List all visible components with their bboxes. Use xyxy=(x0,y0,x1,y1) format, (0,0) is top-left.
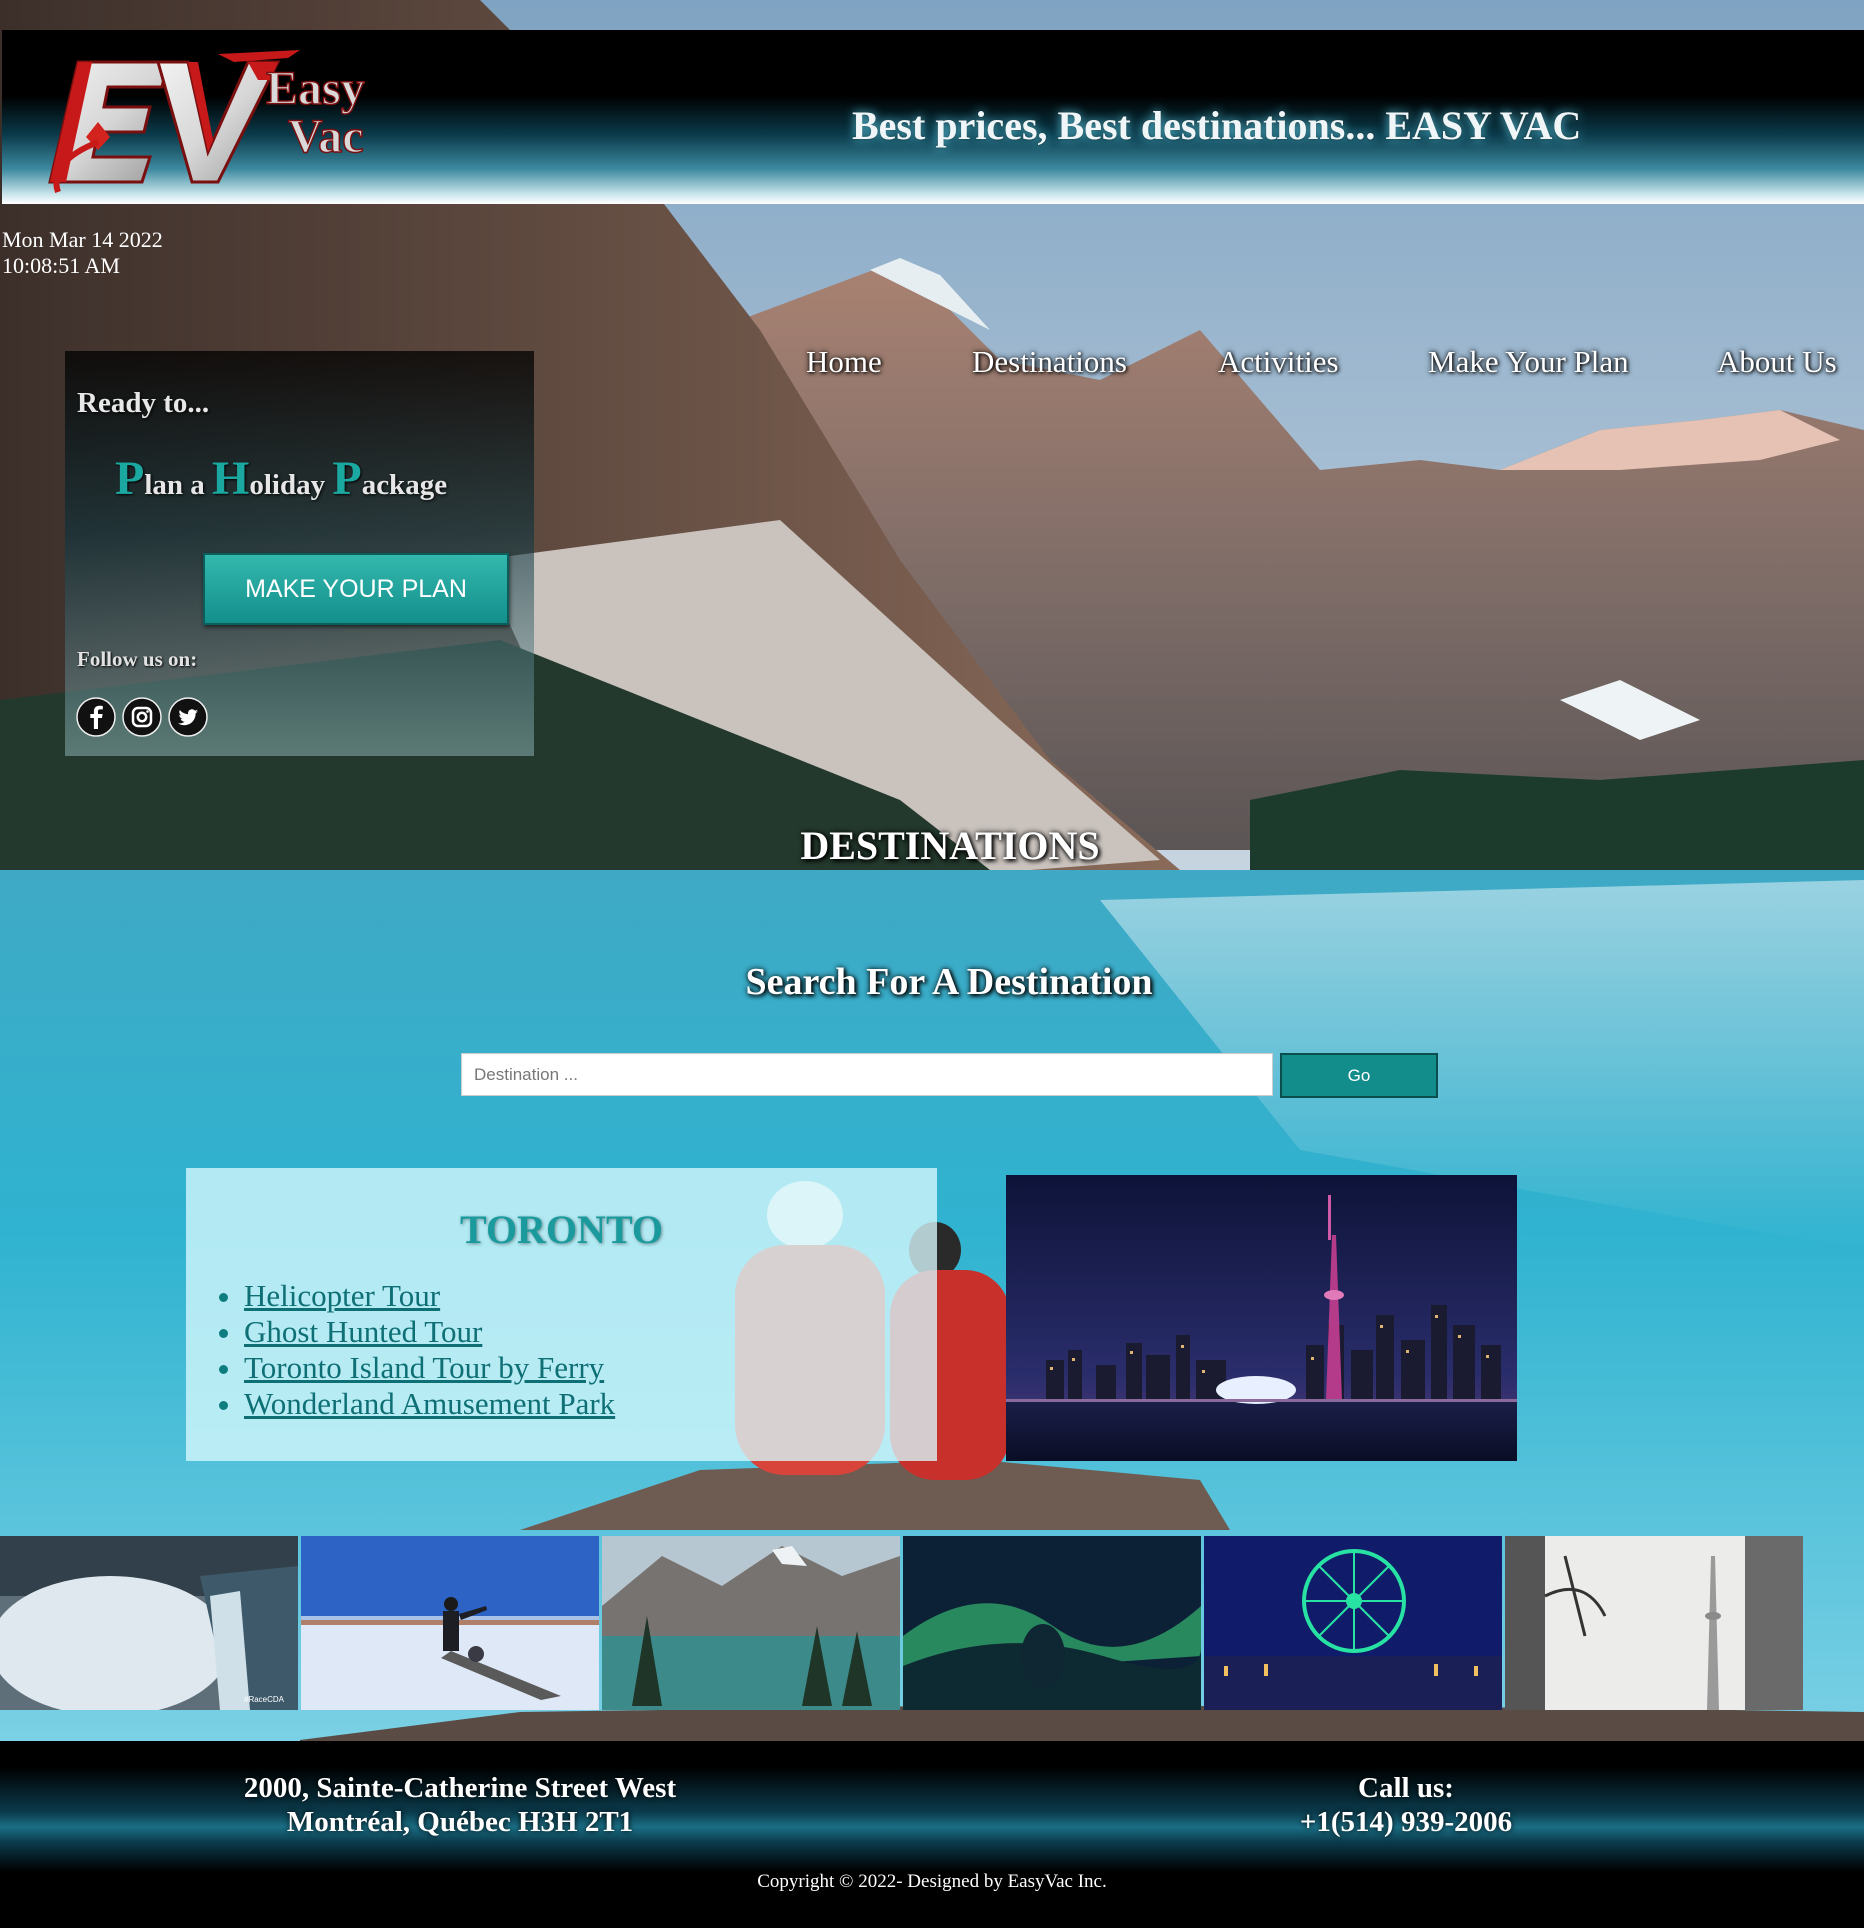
promo-word-holiday: oliday xyxy=(249,469,326,501)
phone-number[interactable]: +1(514) 939-2006 xyxy=(1226,1805,1586,1839)
search-heading: Search For A Destination xyxy=(745,961,1153,1003)
gallery-image-dogsled[interactable] xyxy=(301,1536,599,1710)
promo-panel: Ready to... Plan a Holiday Package MAKE … xyxy=(65,351,534,756)
gallery-image-ferris-wheel[interactable] xyxy=(1204,1536,1502,1710)
facebook-icon[interactable] xyxy=(76,697,116,737)
make-your-plan-button[interactable]: MAKE YOUR PLAN xyxy=(203,553,509,625)
list-item: Wonderland Amusement Park xyxy=(244,1386,615,1422)
nav-about-us[interactable]: About Us xyxy=(1717,344,1837,380)
gallery-caption: #RaceCDA xyxy=(244,1695,285,1704)
footer-address: 2000, Sainte-Catherine Street West Montr… xyxy=(200,1771,720,1839)
nav-activities[interactable]: Activities xyxy=(1218,344,1339,380)
easyvac-logo[interactable]: Easy Vac xyxy=(38,42,458,198)
gallery-image-mountain-lake[interactable] xyxy=(602,1536,900,1710)
activity-link-helicopter-tour[interactable]: Helicopter Tour xyxy=(244,1278,440,1313)
nav-home[interactable]: Home xyxy=(806,344,882,380)
toronto-skyline-image xyxy=(1006,1175,1517,1461)
city-title: TORONTO xyxy=(459,1207,664,1252)
call-us-label: Call us: xyxy=(1358,1772,1454,1804)
social-links xyxy=(76,697,208,737)
address-line-1: 2000, Sainte-Catherine Street West xyxy=(243,1772,677,1804)
nav-destinations[interactable]: Destinations xyxy=(972,344,1127,380)
date-time-display: Mon Mar 14 2022 10:08:51 AM xyxy=(2,227,163,279)
photo-gallery: #RaceCDA xyxy=(0,1536,1864,1710)
site-tagline: Best prices, Best destinations... EASY V… xyxy=(852,103,1582,148)
promo-word-plan: lan a xyxy=(144,469,205,501)
promo-letter-h: H xyxy=(212,452,250,505)
activity-link-island-ferry-tour[interactable]: Toronto Island Tour by Ferry xyxy=(244,1350,604,1385)
nav-make-your-plan[interactable]: Make Your Plan xyxy=(1428,344,1629,380)
site-footer: 2000, Sainte-Catherine Street West Montr… xyxy=(0,1741,1864,1928)
twitter-icon[interactable] xyxy=(168,697,208,737)
list-item: Helicopter Tour xyxy=(244,1278,615,1314)
logo-word-easy: Easy xyxy=(266,62,365,115)
gallery-image-cn-tower-street[interactable] xyxy=(1505,1536,1803,1710)
copyright-notice: Copyright © 2022- Designed by EasyVac In… xyxy=(757,1871,1107,1892)
destinations-heading: DESTINATIONS xyxy=(800,823,1100,868)
activity-list: Helicopter Tour Ghost Hunted Tour Toront… xyxy=(216,1278,615,1422)
promo-letter-p2: P xyxy=(332,452,362,505)
activity-link-wonderland[interactable]: Wonderland Amusement Park xyxy=(244,1386,615,1421)
current-date: Mon Mar 14 2022 xyxy=(2,227,163,252)
list-item: Ghost Hunted Tour xyxy=(244,1314,615,1350)
activity-link-ghost-hunted-tour[interactable]: Ghost Hunted Tour xyxy=(244,1314,482,1349)
follow-us-label: Follow us on: xyxy=(77,647,198,671)
footer-contact: Call us: +1(514) 939-2006 xyxy=(1226,1771,1586,1839)
promo-letter-p: P xyxy=(115,452,145,505)
current-time: 10:08:51 AM xyxy=(2,253,120,278)
toronto-card: TORONTO Helicopter Tour Ghost Hunted Tou… xyxy=(186,1168,937,1461)
list-item: Toronto Island Tour by Ferry xyxy=(244,1350,615,1386)
promo-holiday-package-text: Plan a Holiday Package xyxy=(115,451,447,506)
address-line-2: Montréal, Québec H3H 2T1 xyxy=(286,1806,634,1838)
site-header: Easy Vac Best prices, Best destinations.… xyxy=(2,30,1864,204)
logo-word-vac: Vac xyxy=(288,110,364,163)
search-go-button[interactable]: Go xyxy=(1280,1053,1438,1098)
promo-word-package: ackage xyxy=(361,469,448,501)
promo-ready-text: Ready to... xyxy=(77,387,210,419)
gallery-image-northern-lights[interactable] xyxy=(903,1536,1201,1710)
destination-search-input[interactable] xyxy=(461,1053,1273,1096)
gallery-image-waterfall[interactable]: #RaceCDA xyxy=(0,1536,298,1710)
instagram-icon[interactable] xyxy=(122,697,162,737)
